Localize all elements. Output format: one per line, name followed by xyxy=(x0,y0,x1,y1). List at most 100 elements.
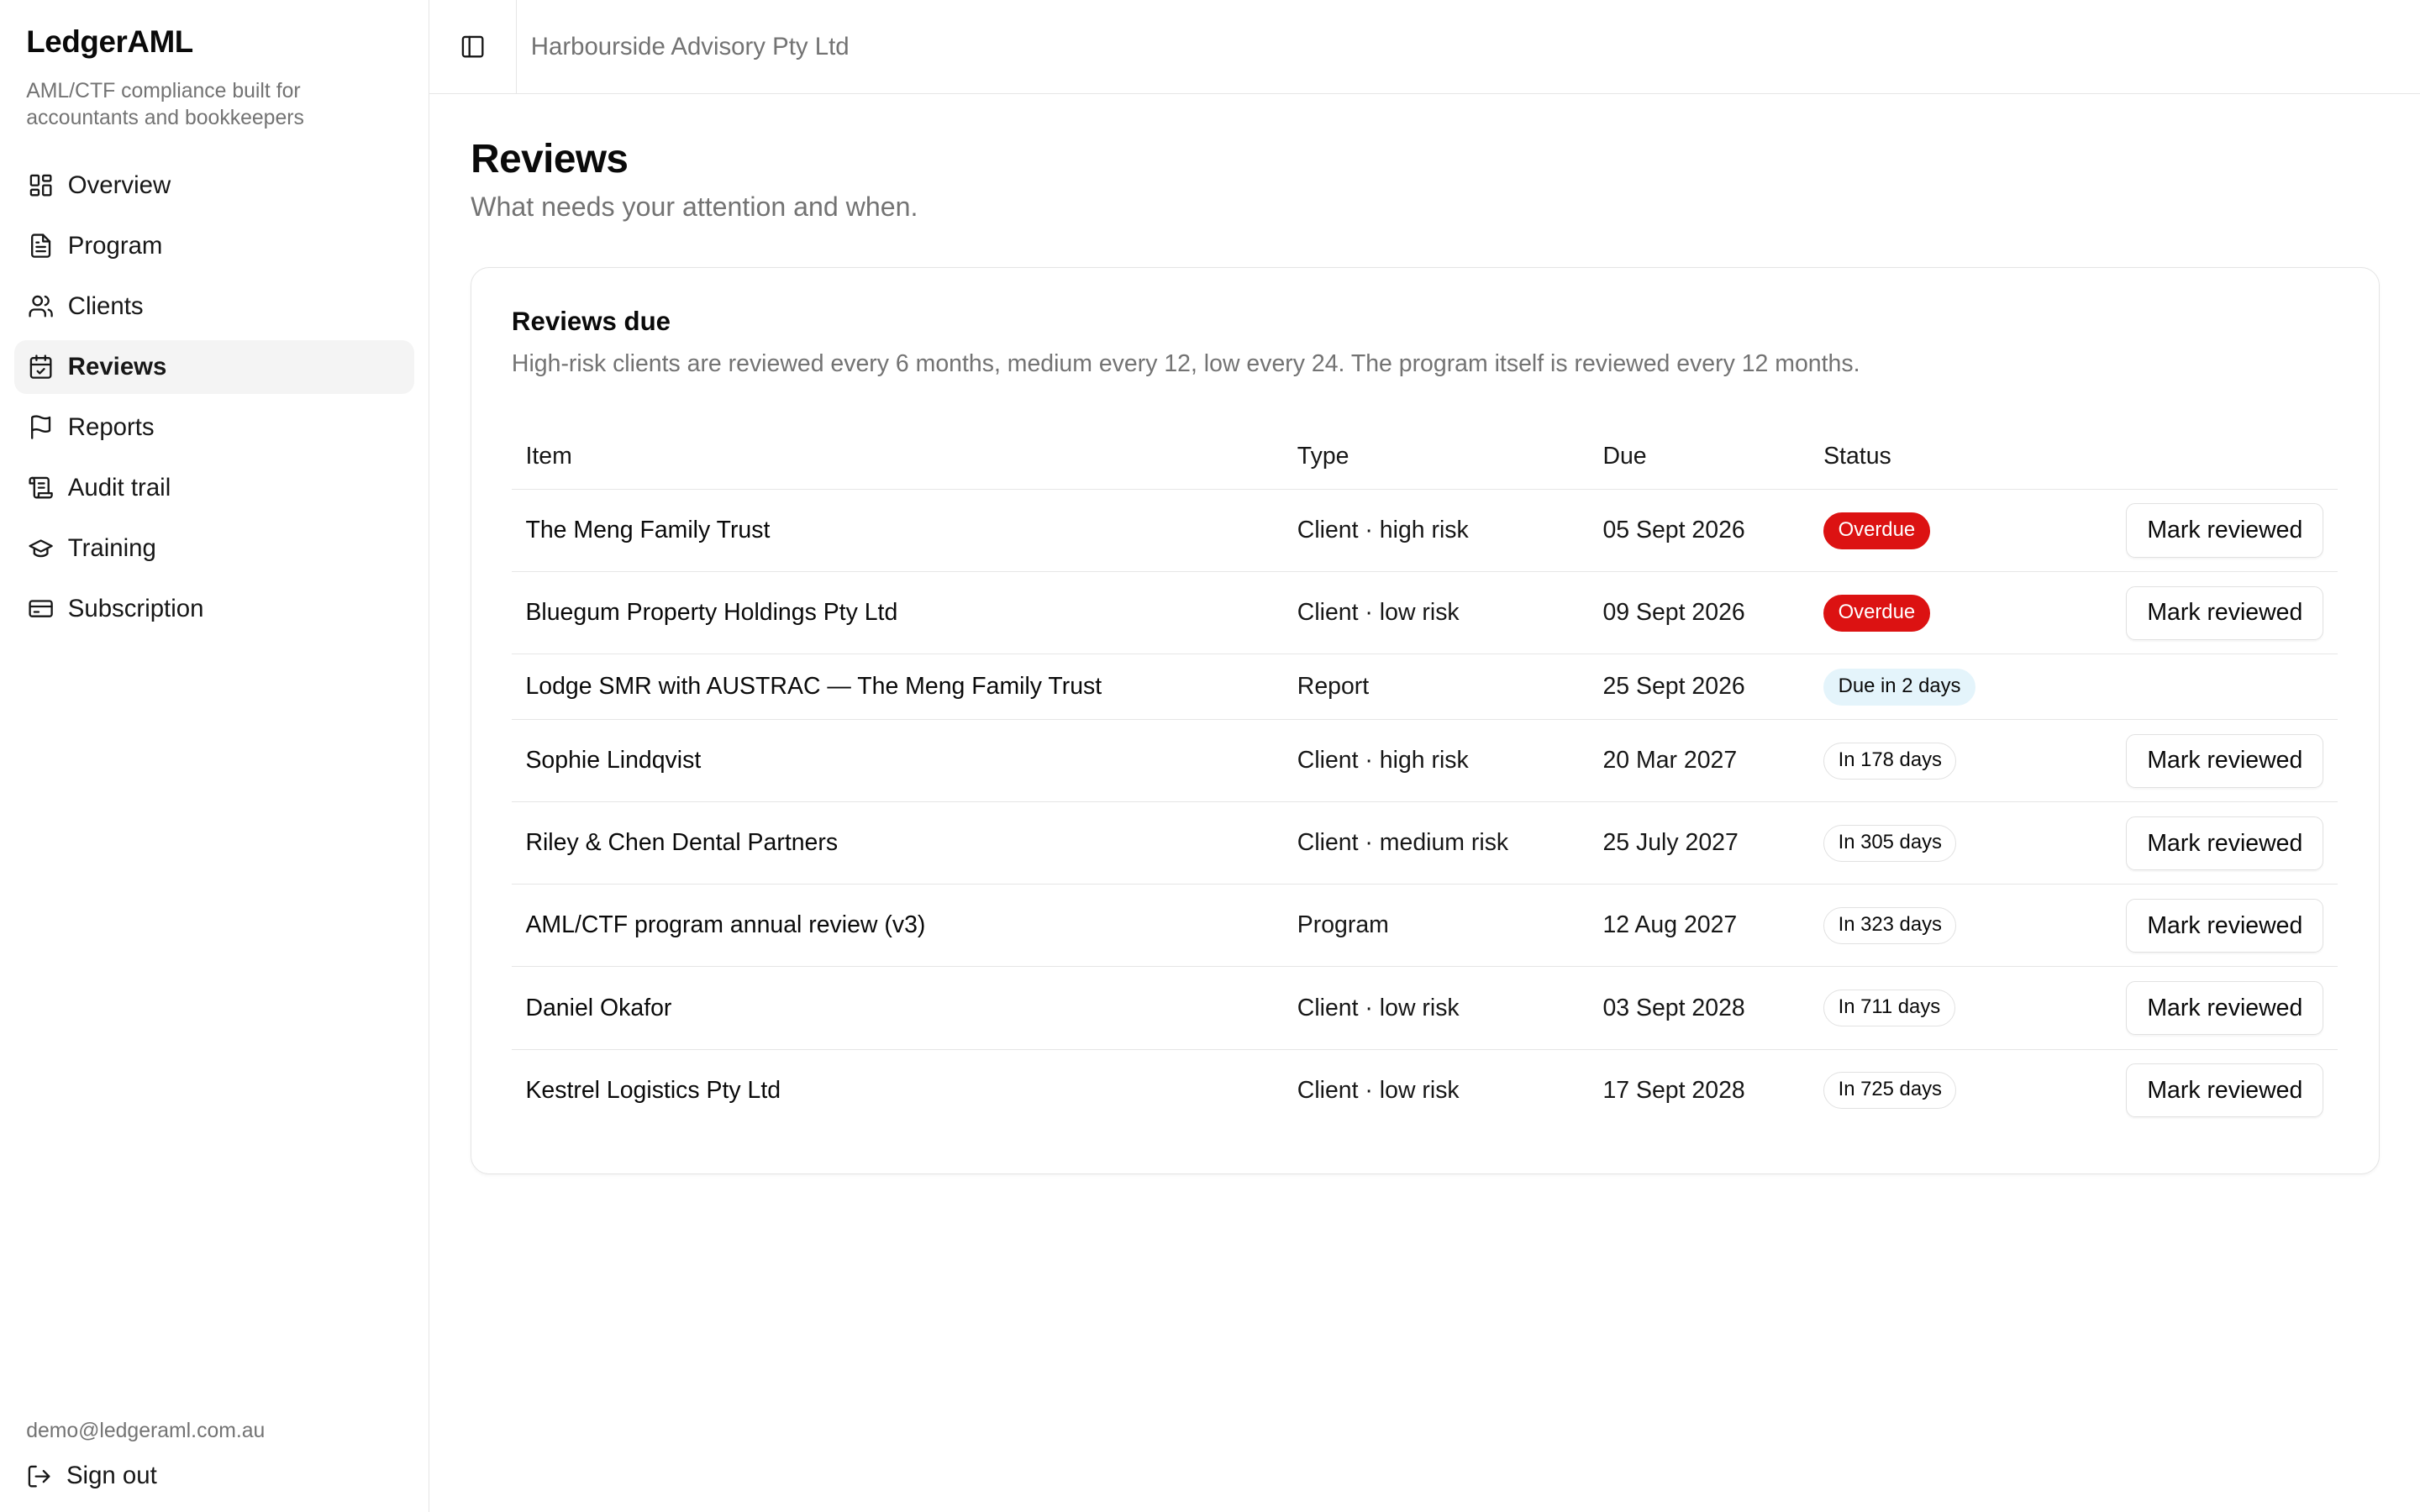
sidebar-item-label: Training xyxy=(67,533,156,562)
status-badge: In 178 days xyxy=(1823,742,1957,780)
row-due: 25 July 2027 xyxy=(1588,801,1810,885)
users-icon xyxy=(28,293,54,319)
row-due: 12 Aug 2027 xyxy=(1588,884,1810,968)
row-type: Client · high risk xyxy=(1283,489,1589,573)
column-header-action xyxy=(2087,424,2338,491)
page-content: Reviews What needs your attention and wh… xyxy=(429,94,2420,1174)
sidebar-item-overview[interactable]: Overview xyxy=(14,159,415,213)
mark-reviewed-button[interactable]: Mark reviewed xyxy=(2126,503,2324,558)
sidebar-item-clients[interactable]: Clients xyxy=(14,280,415,333)
main-area: Harbourside Advisory Pty Ltd Reviews Wha… xyxy=(429,0,2420,1512)
file-text-icon xyxy=(28,233,54,259)
calendar-check-icon xyxy=(28,354,54,380)
sidebar-item-label: Clients xyxy=(67,292,144,320)
row-item: The Meng Family Trust xyxy=(511,489,1284,573)
status-badge: In 711 days xyxy=(1823,989,1955,1027)
status-badge: Overdue xyxy=(1823,594,1930,632)
row-item: Riley & Chen Dental Partners xyxy=(511,801,1284,885)
row-due: 05 Sept 2026 xyxy=(1588,489,1810,573)
sidebar-item-label: Subscription xyxy=(67,594,204,622)
sign-out-button[interactable]: Sign out xyxy=(26,1462,265,1490)
row-type: Client · low risk xyxy=(1283,571,1589,655)
status-badge: In 725 days xyxy=(1823,1072,1957,1110)
brand: LedgerAML AML/CTF compliance built for a… xyxy=(0,0,429,131)
mark-reviewed-button[interactable]: Mark reviewed xyxy=(2126,980,2324,1036)
row-type: Report xyxy=(1283,654,1589,721)
row-item: Lodge SMR with AUSTRAC — The Meng Family… xyxy=(511,654,1284,721)
sidebar-item-audit-trail[interactable]: Audit trail xyxy=(14,461,415,515)
table-row: AML/CTF program annual review (v3) Progr… xyxy=(511,884,2338,968)
app-tagline: AML/CTF compliance built for accountants… xyxy=(26,80,304,129)
table-row: The Meng Family Trust Client · high risk… xyxy=(511,489,2338,573)
panel-left-icon xyxy=(461,35,484,58)
mark-reviewed-button[interactable]: Mark reviewed xyxy=(2126,585,2324,640)
sidebar: LedgerAML AML/CTF compliance built for a… xyxy=(0,0,429,1512)
row-type: Client · medium risk xyxy=(1283,801,1589,885)
table-row: Riley & Chen Dental Partners Client · me… xyxy=(511,801,2338,885)
table-row: Kestrel Logistics Pty Ltd Client · low r… xyxy=(512,1049,2338,1131)
table-header-row: Item Type Due Status xyxy=(511,424,2338,491)
sidebar-footer: demo@ledgeraml.com.au Sign out xyxy=(26,1420,265,1490)
column-header-type: Type xyxy=(1283,424,1589,491)
reviews-due-card: Reviews due High-risk clients are review… xyxy=(471,266,2381,1174)
page-subtitle: What needs your attention and when. xyxy=(471,191,918,222)
credit-card-icon xyxy=(28,596,54,622)
empty-action-cell xyxy=(2087,654,2338,721)
log-out-icon xyxy=(28,1465,50,1488)
layout-dashboard-icon xyxy=(28,172,54,198)
mark-reviewed-button[interactable]: Mark reviewed xyxy=(2126,898,2324,953)
row-type: Client · low risk xyxy=(1297,1076,1460,1104)
reviews-table: Item Type Due Status The Meng Family Tru… xyxy=(511,424,2338,1131)
column-header-item: Item xyxy=(511,424,1284,491)
graduation-cap-icon xyxy=(28,535,54,561)
organisation-name: Harbourside Advisory Pty Ltd xyxy=(530,32,850,60)
status-badge: Overdue xyxy=(1823,512,1930,549)
row-due: 20 Mar 2027 xyxy=(1588,719,1810,803)
sidebar-toggle-button[interactable] xyxy=(429,0,518,94)
row-type: Client · low risk xyxy=(1283,966,1589,1050)
row-due: 03 Sept 2028 xyxy=(1588,966,1810,1050)
row-item: Daniel Okafor xyxy=(511,966,1284,1050)
sidebar-item-label: Reports xyxy=(67,412,155,441)
topbar: Harbourside Advisory Pty Ltd xyxy=(429,0,2420,95)
table-row: Sophie Lindqvist Client · high risk 20 M… xyxy=(511,719,2338,803)
status-badge: In 305 days xyxy=(1823,824,1957,862)
sidebar-nav: Overview Program Clients Reviews Reports… xyxy=(0,159,429,643)
card-description: High-risk clients are reviewed every 6 m… xyxy=(511,350,1860,378)
mark-reviewed-button[interactable]: Mark reviewed xyxy=(2126,733,2324,788)
mark-reviewed-button[interactable]: Mark reviewed xyxy=(2126,1063,2324,1118)
sidebar-item-label: Audit trail xyxy=(67,473,171,501)
scroll-icon xyxy=(28,475,54,501)
user-email: demo@ledgeraml.com.au xyxy=(26,1420,266,1443)
column-header-due: Due xyxy=(1588,424,1810,491)
row-item: Kestrel Logistics Pty Ltd xyxy=(525,1076,781,1104)
row-type: Program xyxy=(1283,884,1589,968)
flag-icon xyxy=(28,414,54,440)
sidebar-item-reviews[interactable]: Reviews xyxy=(13,339,415,395)
mark-reviewed-button[interactable]: Mark reviewed xyxy=(2126,816,2324,870)
column-header-status: Status xyxy=(1809,424,2088,491)
sidebar-item-label: Overview xyxy=(67,171,171,200)
status-badge: Due in 2 days xyxy=(1823,668,1976,706)
page-title: Reviews xyxy=(471,136,629,181)
sidebar-item-training[interactable]: Training xyxy=(14,522,415,575)
table-row: Daniel Okafor Client · low risk 03 Sept … xyxy=(511,966,2338,1050)
sidebar-item-label: Reviews xyxy=(67,352,167,381)
sidebar-item-program[interactable]: Program xyxy=(14,219,415,273)
card-title: Reviews due xyxy=(511,306,671,336)
row-type: Client · high risk xyxy=(1283,719,1589,803)
sidebar-item-label: Program xyxy=(67,232,163,260)
table-row: Bluegum Property Holdings Pty Ltd Client… xyxy=(511,571,2338,655)
sidebar-item-reports[interactable]: Reports xyxy=(14,401,415,454)
row-due: 17 Sept 2028 xyxy=(1602,1076,1745,1104)
app-name: LedgerAML xyxy=(26,24,193,60)
row-due: 25 Sept 2026 xyxy=(1588,654,1810,721)
row-item: AML/CTF program annual review (v3) xyxy=(511,884,1284,968)
row-item: Sophie Lindqvist xyxy=(511,719,1284,803)
sidebar-item-subscription[interactable]: Subscription xyxy=(14,582,415,636)
table-row: Lodge SMR with AUSTRAC — The Meng Family… xyxy=(511,654,2338,721)
row-item: Bluegum Property Holdings Pty Ltd xyxy=(511,571,1284,655)
row-due: 09 Sept 2026 xyxy=(1588,571,1810,655)
status-badge: In 323 days xyxy=(1823,906,1957,944)
sign-out-label: Sign out xyxy=(66,1462,157,1490)
